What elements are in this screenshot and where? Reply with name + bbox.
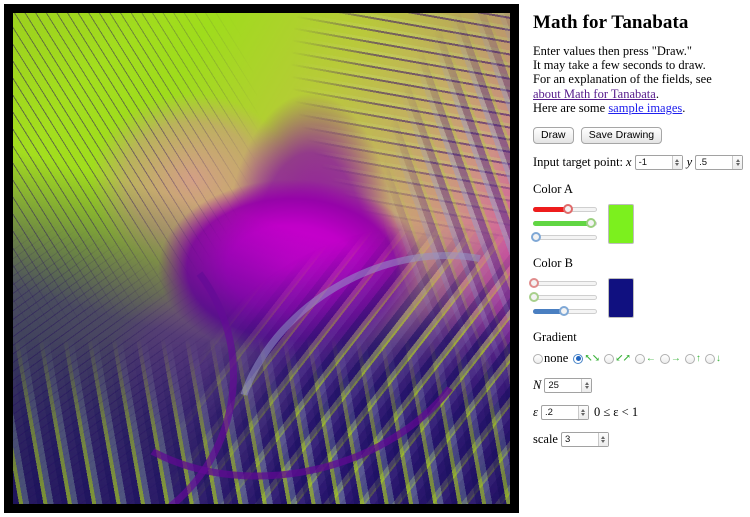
color-a-blue-track bbox=[533, 235, 597, 241]
gradient-option-left[interactable]: ← bbox=[634, 352, 658, 364]
drawing-frame bbox=[4, 4, 519, 513]
scale-input[interactable] bbox=[561, 433, 598, 447]
scale-row: scale bbox=[533, 432, 745, 448]
contract-arrows-icon: ↖↘ bbox=[584, 352, 600, 364]
gradient-radio-down[interactable] bbox=[704, 353, 715, 364]
n-stepper-buttons[interactable] bbox=[581, 379, 592, 393]
epsilon-stepper[interactable] bbox=[540, 405, 589, 421]
gradient-option-group: none ↖↘ ↙↗ ← → ↑ ↓ bbox=[533, 351, 745, 366]
arrow-right-icon: → bbox=[670, 352, 681, 364]
color-b-green-knob[interactable] bbox=[528, 292, 539, 303]
color-b-red-slider[interactable] bbox=[528, 277, 597, 289]
gradient-radio-none[interactable] bbox=[533, 353, 543, 364]
gradient-option-expand[interactable]: ↙↗ bbox=[604, 352, 633, 364]
gradient-option-right[interactable]: → bbox=[659, 352, 683, 364]
arrow-left-icon: ← bbox=[645, 352, 656, 364]
gradient-radio-expand[interactable] bbox=[604, 353, 615, 364]
epsilon-label: ε bbox=[533, 405, 538, 420]
draw-button[interactable]: Draw bbox=[533, 127, 574, 145]
gradient-radio-left[interactable] bbox=[634, 353, 645, 364]
color-a-sliders bbox=[530, 203, 597, 245]
scale-stepper[interactable] bbox=[560, 432, 609, 448]
color-b-red-track bbox=[533, 281, 597, 287]
color-a-green-knob[interactable] bbox=[585, 218, 596, 229]
color-b-block bbox=[528, 277, 745, 319]
color-a-red-knob[interactable] bbox=[563, 204, 574, 215]
epsilon-stepper-buttons[interactable] bbox=[577, 406, 588, 420]
color-b-green-track bbox=[533, 295, 597, 301]
color-b-red-knob[interactable] bbox=[528, 278, 539, 289]
arrow-up-icon: ↑ bbox=[695, 352, 701, 364]
target-x-input[interactable] bbox=[635, 156, 672, 170]
about-link[interactable]: about Math for Tanabata bbox=[533, 87, 656, 101]
gradient-label: Gradient bbox=[533, 330, 577, 345]
page-title: Math for Tanabata bbox=[533, 12, 689, 33]
n-stepper[interactable] bbox=[544, 378, 593, 394]
sample-images-link[interactable]: sample images bbox=[608, 101, 682, 115]
color-b-blue-slider[interactable] bbox=[533, 305, 597, 317]
target-x-stepper-buttons[interactable] bbox=[671, 156, 682, 170]
target-y-stepper-buttons[interactable] bbox=[732, 156, 743, 170]
action-button-row: Draw Save Drawing bbox=[533, 126, 745, 145]
n-row: N bbox=[533, 378, 745, 394]
gradient-option-label-none: none bbox=[544, 351, 569, 366]
color-b-blue-knob[interactable] bbox=[558, 306, 569, 317]
n-label: N bbox=[533, 378, 542, 393]
color-a-blue-slider[interactable] bbox=[530, 231, 597, 243]
gradient-option-contract[interactable]: ↖↘ bbox=[573, 352, 602, 364]
expand-arrows-icon: ↙↗ bbox=[615, 352, 631, 364]
color-a-blue-knob[interactable] bbox=[530, 232, 541, 243]
color-a-label: Color A bbox=[533, 182, 573, 197]
app-root: Math for Tanabata Enter values then pres… bbox=[0, 0, 750, 517]
gradient-option-down[interactable]: ↓ bbox=[704, 352, 723, 364]
n-input[interactable] bbox=[545, 379, 582, 393]
target-y-label: y bbox=[686, 155, 693, 170]
color-b-label: Color B bbox=[533, 256, 573, 271]
scale-stepper-buttons[interactable] bbox=[597, 433, 608, 447]
fractal-canvas[interactable] bbox=[13, 13, 510, 504]
epsilon-input[interactable] bbox=[541, 406, 578, 420]
target-x-stepper[interactable] bbox=[634, 155, 683, 171]
fractal-vignette bbox=[13, 13, 510, 504]
color-a-block bbox=[530, 203, 745, 245]
arrow-down-icon: ↓ bbox=[715, 352, 721, 364]
gradient-option-none[interactable]: none bbox=[533, 351, 571, 366]
scale-label: scale bbox=[533, 432, 558, 447]
gradient-radio-right[interactable] bbox=[659, 353, 670, 364]
color-b-swatch bbox=[608, 278, 634, 319]
target-x-label: x bbox=[626, 155, 632, 170]
samples-lead-in: Here are some bbox=[533, 100, 609, 115]
intro-line-3: For an explanation of the fields, see bbox=[533, 72, 712, 87]
epsilon-range-note: 0 ≤ ε < 1 bbox=[593, 405, 639, 420]
intro-text: Enter values then press "Draw." It may t… bbox=[533, 44, 745, 115]
samples-link-period: . bbox=[682, 100, 686, 115]
intro-line-2: It may take a few seconds to draw. bbox=[533, 58, 706, 73]
color-a-green-slider[interactable] bbox=[533, 217, 597, 229]
epsilon-row: ε 0 ≤ ε < 1 bbox=[533, 405, 745, 421]
gradient-option-up[interactable]: ↑ bbox=[684, 352, 703, 364]
save-drawing-button[interactable]: Save Drawing bbox=[580, 127, 663, 145]
color-b-green-slider[interactable] bbox=[528, 291, 597, 303]
about-link-period: . bbox=[655, 86, 659, 101]
color-a-swatch bbox=[608, 204, 634, 245]
color-b-sliders bbox=[528, 277, 597, 319]
color-a-green-fill bbox=[533, 221, 591, 227]
gradient-radio-contract[interactable] bbox=[573, 353, 584, 364]
target-y-stepper[interactable] bbox=[695, 155, 744, 171]
gradient-radio-up[interactable] bbox=[684, 353, 695, 364]
target-point-label: Input target point: bbox=[533, 155, 624, 170]
color-a-red-slider[interactable] bbox=[533, 203, 597, 215]
controls-panel: Math for Tanabata Enter values then pres… bbox=[528, 12, 745, 459]
target-y-input[interactable] bbox=[696, 156, 733, 170]
intro-line-1: Enter values then press "Draw." bbox=[533, 44, 692, 58]
target-point-row: Input target point: x y bbox=[533, 155, 745, 171]
